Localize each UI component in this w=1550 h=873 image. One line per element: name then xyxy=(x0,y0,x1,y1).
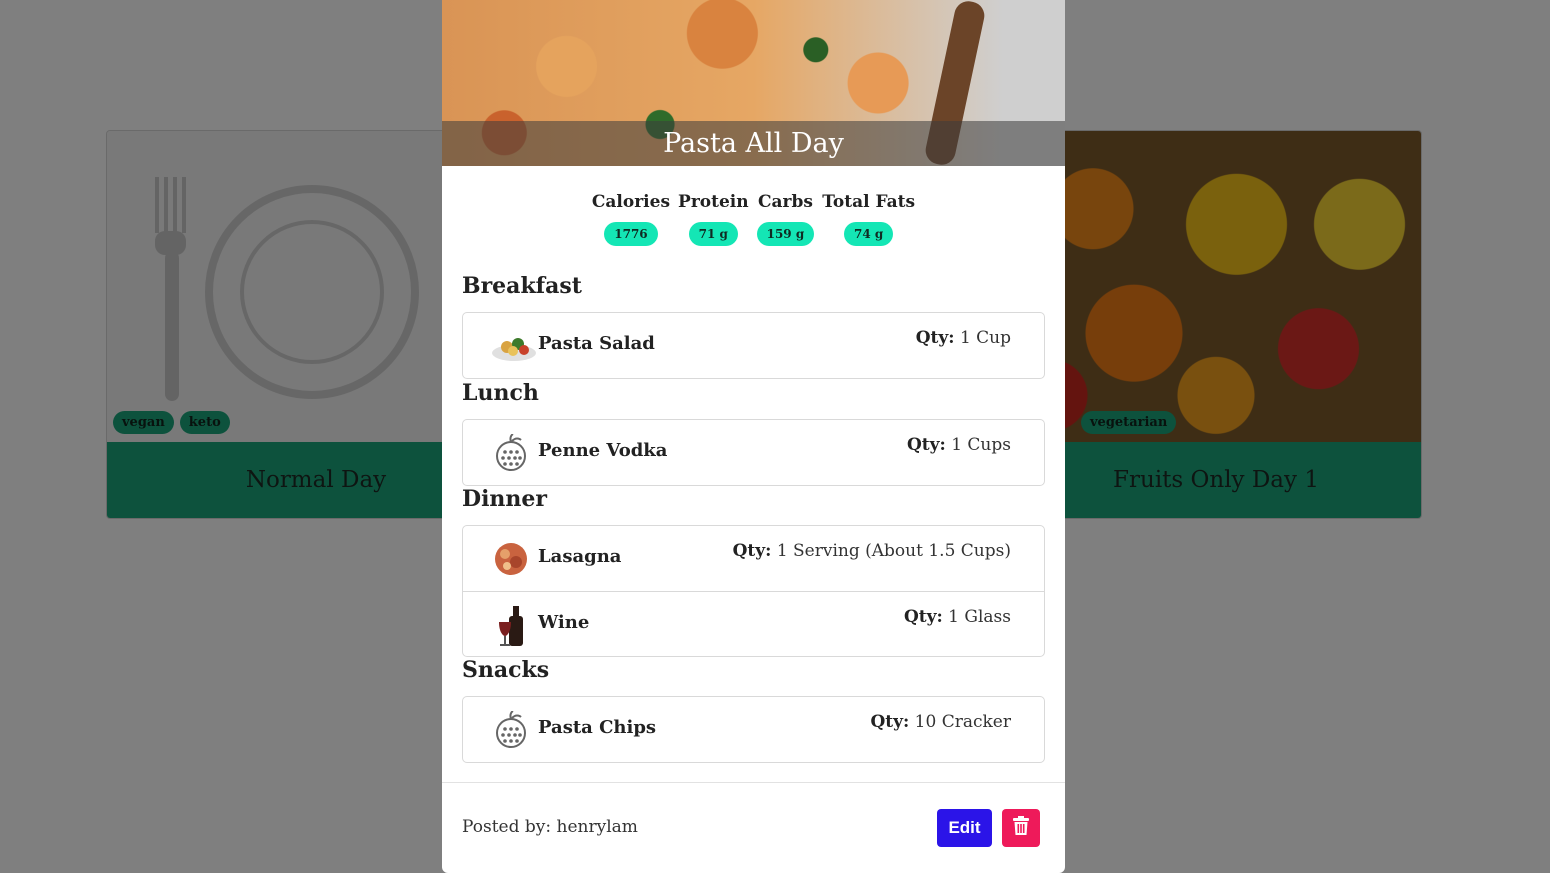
macro-protein: Protein 71 g xyxy=(678,192,749,246)
food-name: Lasagna xyxy=(538,546,622,567)
edit-button[interactable]: Edit xyxy=(937,809,992,847)
list-item[interactable]: Pasta Salad Qty: 1 Cup xyxy=(463,313,1044,378)
food-qty: Qty: 1 Glass xyxy=(904,607,1011,627)
meal-title-breakfast: Breakfast xyxy=(462,273,582,299)
food-name: Pasta Chips xyxy=(538,717,657,738)
hero-title-bar: Pasta All Day xyxy=(442,121,1065,166)
qty-value: 10 Cracker xyxy=(914,712,1011,732)
qty-value: 1 Glass xyxy=(948,607,1011,627)
macros-summary: Calories 1776 Protein 71 g Carbs 159 g T… xyxy=(442,192,1065,246)
food-qty: Qty: 1 Serving (About 1.5 Cups) xyxy=(733,541,1011,561)
macro-value: 71 g xyxy=(688,222,738,246)
food-qty: Qty: 10 Cracker xyxy=(870,712,1011,732)
delete-button[interactable] xyxy=(1002,809,1040,847)
food-qty: Qty: 1 Cups xyxy=(907,435,1011,455)
modal-title: Pasta All Day xyxy=(663,128,844,159)
meal-title-dinner: Dinner xyxy=(462,486,548,512)
meal-title-lunch: Lunch xyxy=(462,380,539,406)
macro-label: Carbs xyxy=(757,192,813,212)
meal-items-breakfast: Pasta Salad Qty: 1 Cup xyxy=(462,312,1045,379)
qty-label: Qty: xyxy=(915,328,955,348)
footer-divider xyxy=(442,782,1065,783)
macro-value: 159 g xyxy=(756,222,815,246)
food-qty: Qty: 1 Cup xyxy=(916,328,1011,348)
macro-total-fats: Total Fats 74 g xyxy=(822,192,915,246)
macro-value: 1776 xyxy=(604,222,658,246)
macro-label: Calories xyxy=(591,192,671,212)
apple-icon xyxy=(491,710,531,749)
posted-by: Posted by: henrylam xyxy=(462,817,638,837)
macro-label: Total Fats xyxy=(822,192,916,212)
macro-calories: Calories 1776 xyxy=(592,192,670,246)
food-name: Pasta Salad xyxy=(538,333,655,354)
qty-label: Qty: xyxy=(732,541,772,561)
wine-icon xyxy=(491,606,531,646)
pasta-salad-icon xyxy=(491,327,536,365)
list-item[interactable]: Wine Qty: 1 Glass xyxy=(463,591,1044,656)
qty-label: Qty: xyxy=(870,712,910,732)
meal-title-snacks: Snacks xyxy=(462,657,550,683)
pasta-hero-image: Pasta All Day xyxy=(442,0,1065,168)
qty-value: 1 Serving (About 1.5 Cups) xyxy=(776,541,1011,561)
apple-icon xyxy=(491,433,531,472)
food-name: Penne Vodka xyxy=(538,440,668,461)
trash-icon xyxy=(1012,816,1030,840)
macro-value: 74 g xyxy=(844,222,894,246)
list-item[interactable]: Lasagna Qty: 1 Serving (About 1.5 Cups) xyxy=(463,526,1044,591)
meal-items-lunch: Penne Vodka Qty: 1 Cups xyxy=(462,419,1045,486)
list-item[interactable]: Pasta Chips Qty: 10 Cracker xyxy=(463,697,1044,762)
qty-value: 1 Cup xyxy=(959,328,1011,348)
qty-label: Qty: xyxy=(903,607,943,627)
qty-label: Qty: xyxy=(906,435,946,455)
list-item[interactable]: Penne Vodka Qty: 1 Cups xyxy=(463,420,1044,485)
food-name: Wine xyxy=(538,612,590,633)
macro-carbs: Carbs 159 g xyxy=(756,192,815,246)
qty-value: 1 Cups xyxy=(951,435,1011,455)
macro-label: Protein xyxy=(678,192,749,212)
meal-items-dinner: Lasagna Qty: 1 Serving (About 1.5 Cups) … xyxy=(462,525,1045,657)
lasagna-icon xyxy=(491,540,531,578)
meal-plan-modal: Pasta All Day Calories 1776 Protein 71 g… xyxy=(442,0,1065,873)
meal-items-snacks: Pasta Chips Qty: 10 Cracker xyxy=(462,696,1045,763)
